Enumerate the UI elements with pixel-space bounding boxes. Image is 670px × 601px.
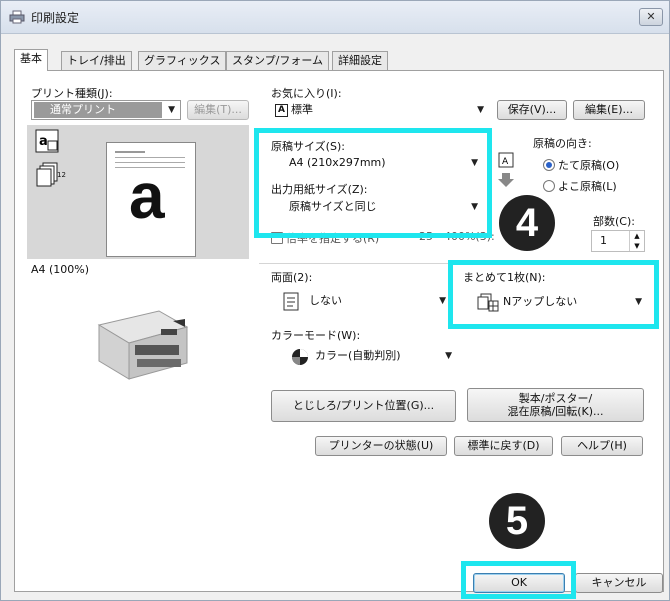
preview-page: a (106, 142, 196, 257)
chevron-down-icon: ▼ (471, 202, 478, 212)
close-button[interactable]: ✕ (639, 8, 663, 26)
chevron-down-icon: ▼ (439, 296, 446, 306)
preview-page-letter: a (129, 160, 165, 232)
duplex-select[interactable]: しない ▼ (271, 289, 451, 315)
portrait-label: たて原稿(O) (558, 159, 620, 172)
printer-status-button[interactable]: プリンターの状態(U) (315, 436, 447, 456)
step-5-badge: 5 (489, 493, 545, 549)
duplex-value: しない (309, 294, 342, 307)
save-favorite-button[interactable]: 保存(V)... (497, 100, 567, 120)
spinner-arrows-icon[interactable]: ▲ ▼ (629, 231, 644, 251)
scale-checkbox[interactable] (271, 232, 283, 244)
nup-icon (477, 293, 499, 312)
color-circle-icon (292, 349, 308, 365)
copies-label: 部数(C): (593, 215, 635, 228)
tab-tray-output[interactable]: トレイ/排出 (61, 51, 132, 70)
scale-range: 25 - 400%(3): (419, 230, 495, 243)
favorites-label: お気に入り(I): (271, 87, 342, 100)
print-type-label: プリント種類(J): (31, 87, 113, 100)
printer-illustration (97, 310, 189, 380)
duplex-label: 両面(2): (271, 271, 313, 284)
favorites-value: 標準 (291, 103, 313, 116)
help-button[interactable]: ヘルプ(H) (561, 436, 643, 456)
svg-text:a: a (39, 134, 48, 149)
favorites-select[interactable]: A 標準 ▼ (271, 101, 489, 121)
original-size-select[interactable]: A4 (210x297mm) ▼ (271, 154, 483, 174)
landscape-label: よこ原稿(L) (558, 180, 617, 193)
tab-advanced[interactable]: 詳細設定 (332, 51, 388, 70)
svg-text:A: A (502, 157, 509, 167)
edit-favorite-button[interactable]: 編集(E)... (573, 100, 645, 120)
landscape-radio[interactable] (543, 180, 555, 192)
original-size-label: 原稿サイズ(S): (271, 140, 345, 153)
print-type-select[interactable]: 通常プリント ▼ (31, 100, 181, 120)
step-4-badge: 4 (499, 195, 555, 251)
sheet-count: 12 (57, 171, 66, 179)
chevron-down-icon: ▼ (168, 105, 175, 115)
window-title: 印刷設定 (31, 11, 80, 25)
copies-spinner[interactable]: 1 ▲ ▼ (591, 230, 645, 252)
chevron-down-icon: ▼ (635, 297, 642, 307)
orientation-label: 原稿の向き: (533, 137, 592, 150)
original-size-value: A4 (210x297mm) (289, 156, 386, 169)
nup-select[interactable]: Nアップしない ▼ (463, 290, 647, 316)
output-size-value: 原稿サイズと同じ (289, 200, 377, 213)
printer-icon (9, 10, 25, 24)
chevron-down-icon: ▼ (477, 105, 484, 115)
print-type-value: 通常プリント (34, 102, 162, 118)
nup-label: まとめて1枚(N): (463, 271, 546, 284)
booklet-poster-button[interactable]: 製本/ポスター/ 混在原稿/回転(K)... (467, 388, 644, 422)
print-settings-dialog: 印刷設定 ✕ 基本 トレイ/排出 グラフィックス スタンプ/フォーム 詳細設定 … (0, 0, 670, 601)
section-divider (259, 263, 646, 264)
orientation-icon: A (498, 152, 514, 187)
cancel-button[interactable]: キャンセル (575, 573, 663, 593)
output-size-select[interactable]: 原稿サイズと同じ ▼ (271, 198, 483, 218)
tab-graphics[interactable]: グラフィックス (138, 51, 227, 70)
chevron-down-icon: ▼ (445, 351, 452, 361)
nup-value: Nアップしない (503, 295, 578, 308)
tab-basic[interactable]: 基本 (14, 49, 48, 71)
scale-label: 倍率を指定する(R) (286, 232, 380, 245)
preview-caption: A4 (100%) (31, 263, 90, 276)
title-bar: 印刷設定 ✕ (1, 1, 669, 34)
color-mode-value: カラー(自動判別) (315, 349, 401, 362)
copies-value: 1 (600, 234, 607, 247)
standard-icon: A (275, 104, 288, 117)
booklet-line2: 混在原稿/回転(K)... (507, 405, 604, 418)
single-sided-icon (283, 292, 299, 311)
output-size-label: 出力用紙サイズ(Z): (271, 183, 368, 196)
chevron-down-icon: ▼ (471, 158, 478, 168)
color-mode-select[interactable]: カラー(自動判別) ▼ (271, 345, 457, 369)
color-mode-label: カラーモード(W): (271, 329, 361, 342)
tab-stamp-form[interactable]: スタンプ/フォーム (226, 51, 330, 70)
restore-default-button[interactable]: 標準に戻す(D) (454, 436, 553, 456)
print-type-edit-button[interactable]: 編集(T)... (187, 100, 249, 120)
booklet-line1: 製本/ポスター/ (518, 392, 593, 405)
binding-position-button[interactable]: とじしろ/プリント位置(G)... (271, 390, 456, 422)
portrait-radio[interactable] (543, 159, 555, 171)
ok-button[interactable]: OK (473, 573, 565, 593)
